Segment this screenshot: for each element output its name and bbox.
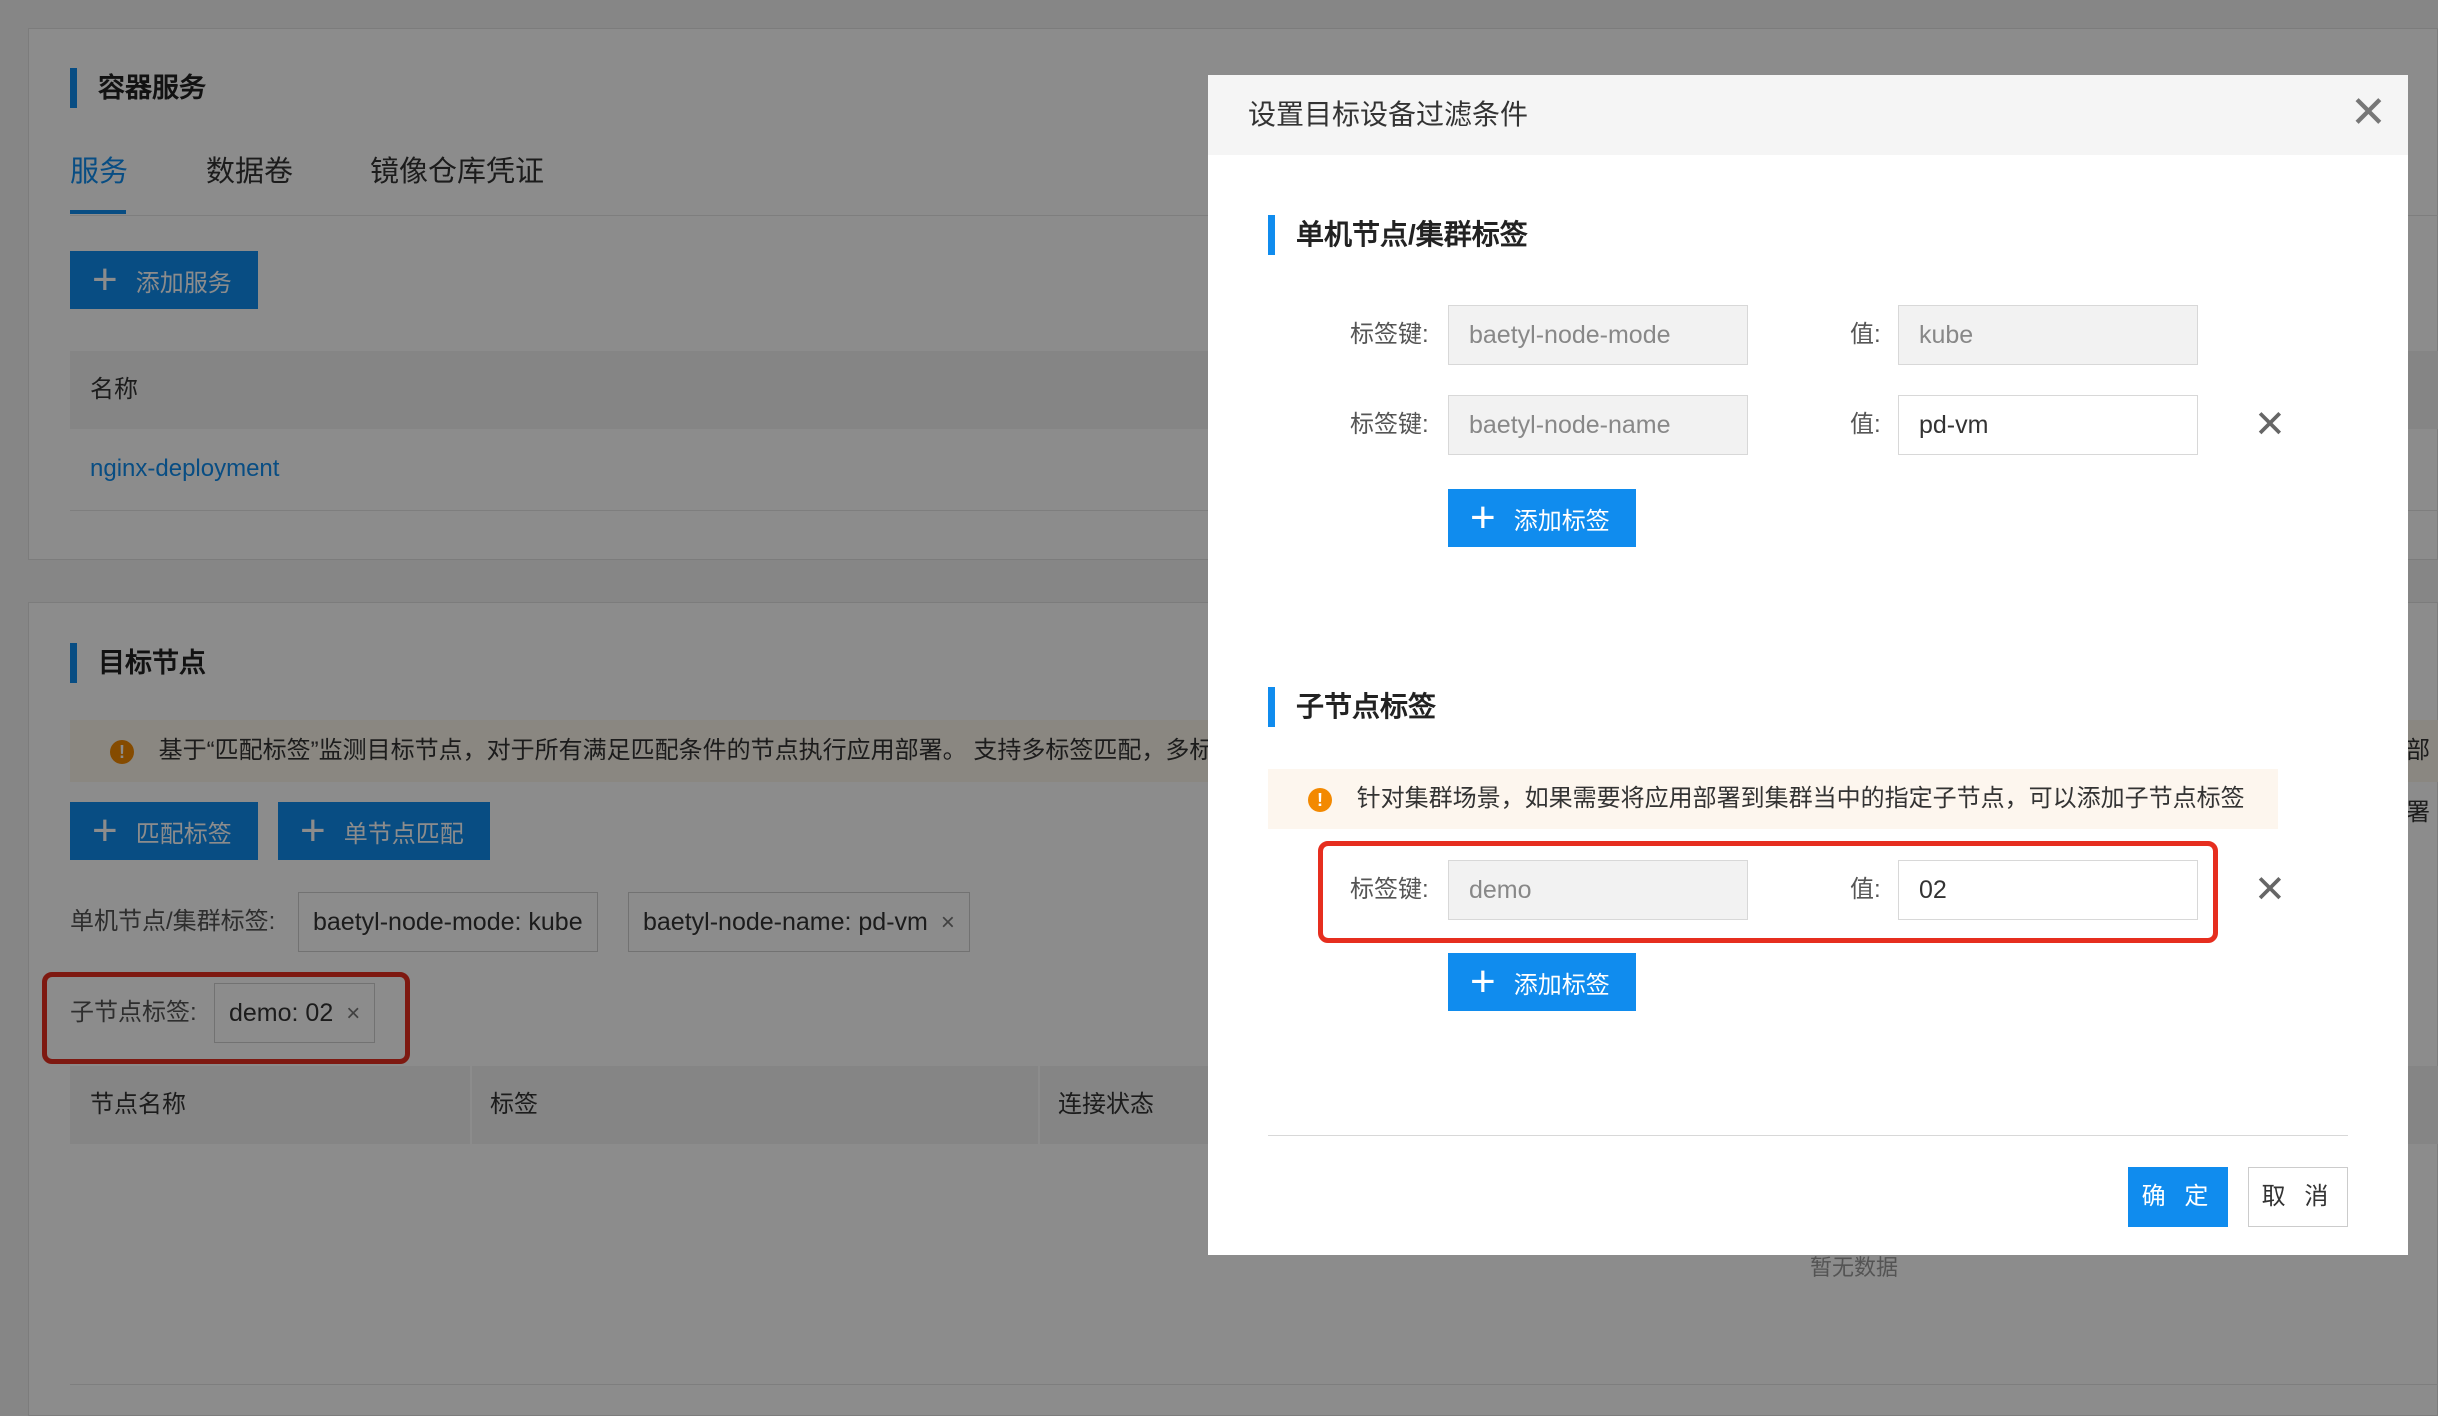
plus-icon: + bbox=[1470, 957, 1496, 1006]
value-label: 值: bbox=[1850, 321, 1881, 348]
dialog-title: 设置目标设备过滤条件 bbox=[1248, 99, 1529, 130]
add-label-button-section1[interactable]: + 添加标签 bbox=[1448, 489, 1636, 547]
close-icon[interactable]: ✕ bbox=[2254, 870, 2286, 910]
plus-icon: + bbox=[1470, 493, 1496, 542]
key-input-node-mode[interactable] bbox=[1448, 305, 1748, 365]
cancel-button[interactable]: 取 消 bbox=[2248, 1167, 2348, 1227]
child-section-notice-text: 针对集群场景，如果需要将应用部署到集群当中的指定子节点，可以添加子节点标签 bbox=[1356, 785, 2245, 812]
add-label-button-section2[interactable]: + 添加标签 bbox=[1448, 953, 1636, 1011]
close-icon[interactable]: ✕ bbox=[2350, 91, 2387, 135]
single-cluster-section-title: 单机节点/集群标签 bbox=[1268, 215, 1528, 255]
warning-icon: ! bbox=[1308, 787, 1332, 812]
key-label: 标签键: bbox=[1350, 411, 1429, 438]
add-label-text: 添加标签 bbox=[1513, 507, 1610, 535]
child-section-notice: ! 针对集群场景，如果需要将应用部署到集群当中的指定子节点，可以添加子节点标签 bbox=[1268, 769, 2278, 829]
child-row-highlight bbox=[1318, 841, 2218, 943]
dialog-footer-divider bbox=[1268, 1135, 2348, 1136]
child-section-title: 子节点标签 bbox=[1268, 687, 1436, 727]
add-label-text: 添加标签 bbox=[1513, 971, 1610, 999]
value-input-node-name[interactable] bbox=[1898, 395, 2198, 455]
key-input-node-name[interactable] bbox=[1448, 395, 1748, 455]
filter-dialog: 设置目标设备过滤条件 ✕ 单机节点/集群标签 标签键: 值: 标签键: 值: ✕… bbox=[1208, 75, 2408, 1255]
confirm-button[interactable]: 确 定 bbox=[2128, 1167, 2228, 1227]
value-label: 值: bbox=[1850, 411, 1881, 438]
value-input-node-mode[interactable] bbox=[1898, 305, 2198, 365]
key-label: 标签键: bbox=[1350, 321, 1429, 348]
close-icon[interactable]: ✕ bbox=[2254, 405, 2286, 445]
